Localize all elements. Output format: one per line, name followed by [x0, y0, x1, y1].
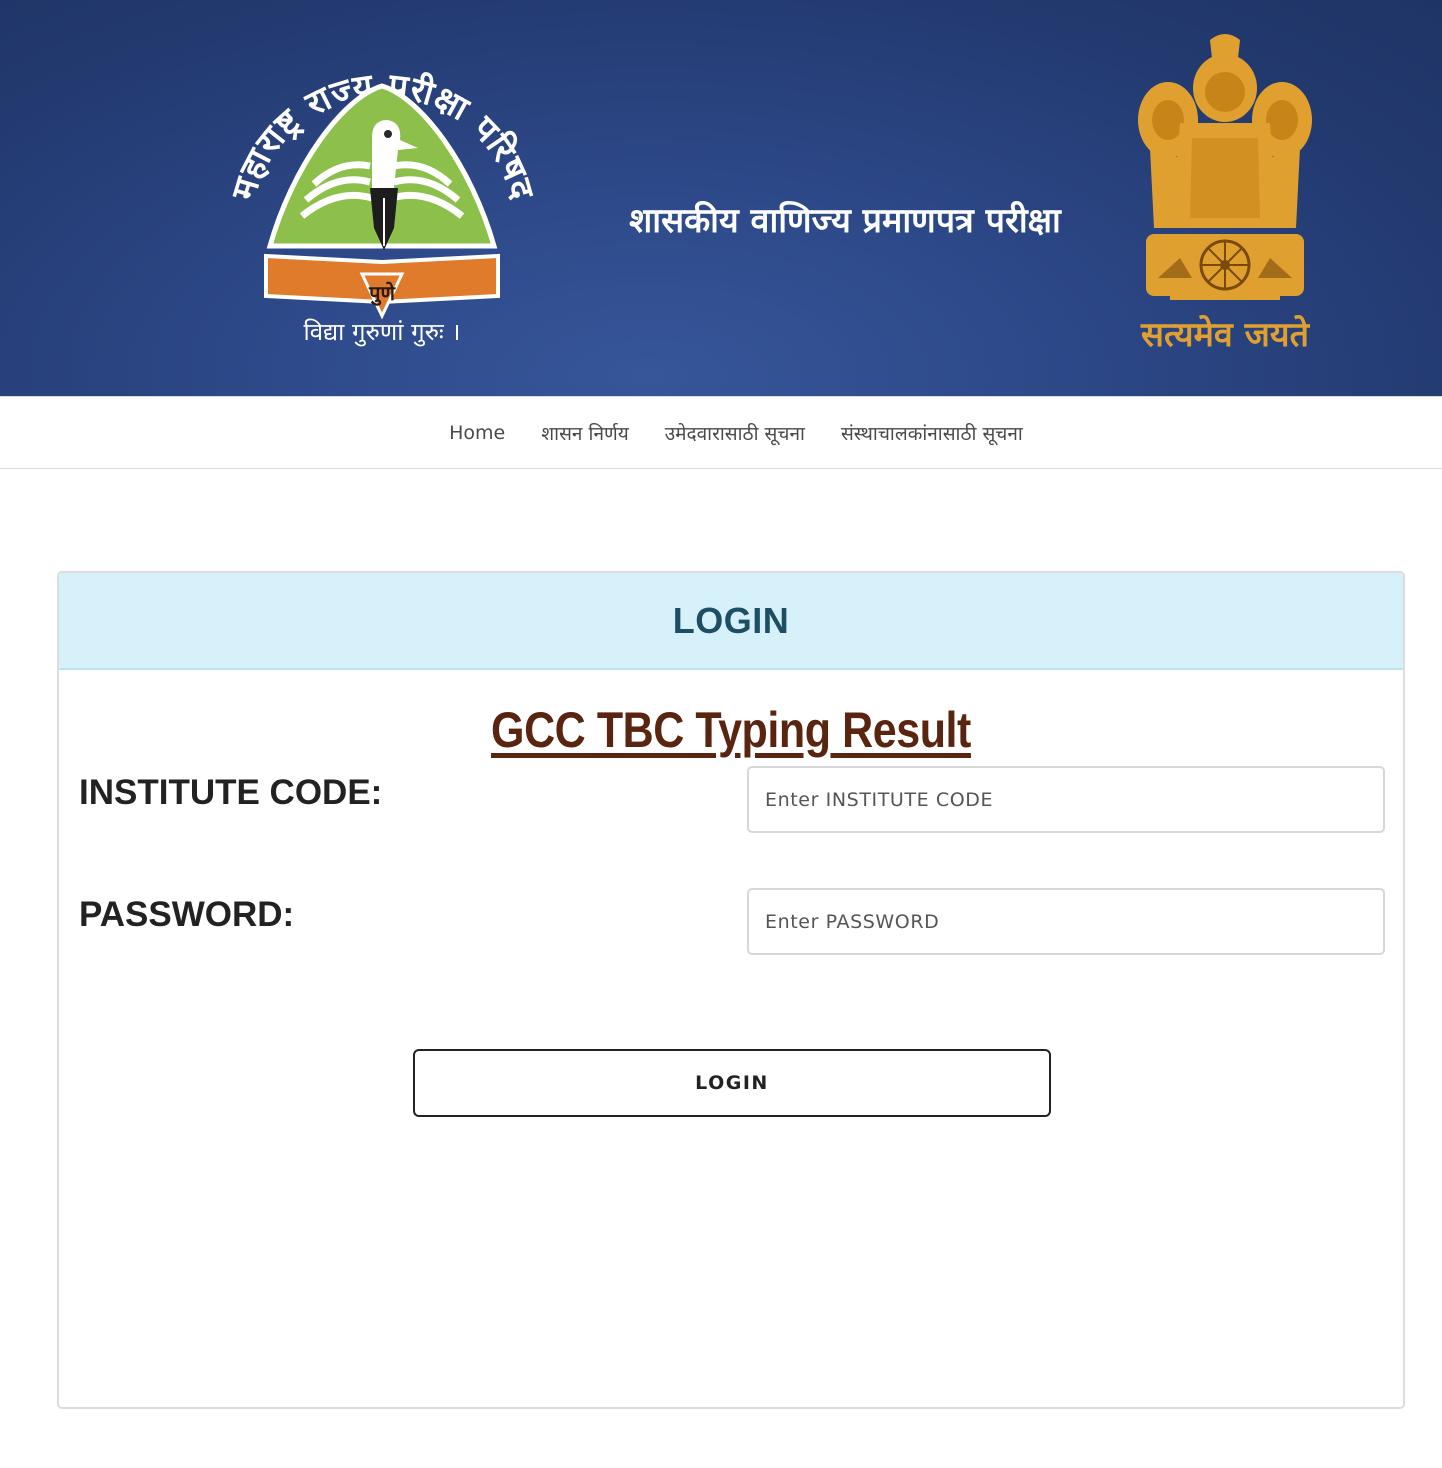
password-label: PASSWORD: [79, 895, 295, 934]
institute-code-input[interactable] [747, 766, 1385, 833]
result-title: GCC TBC Typing Result [491, 702, 971, 758]
svg-text:सत्यमेव जयते: सत्यमेव जयते [1140, 314, 1311, 355]
page-banner-title: शासकीय वाणिज्य प्रमाणपत्र परीक्षा [629, 201, 1061, 241]
lion-capital-emblem-icon: सत्यमेव जयते [1138, 34, 1312, 355]
nav-item-home[interactable]: Home [449, 422, 505, 444]
nav-item-government-resolutions[interactable]: शासन निर्णय [541, 420, 629, 446]
institute-code-label: INSTITUTE CODE: [79, 773, 383, 812]
main-nav: Home शासन निर्णय उमेदवारासाठी सूचना संस्… [0, 396, 1442, 469]
svg-text:पुणे: पुणे [368, 281, 396, 306]
login-panel-heading: LOGIN [59, 573, 1403, 670]
login-button[interactable]: LOGIN [413, 1049, 1051, 1117]
nav-item-candidate-instructions[interactable]: उमेदवारासाठी सूचना [665, 420, 805, 446]
login-panel: LOGIN GCC TBC Typing Result INSTITUTE CO… [57, 571, 1405, 1409]
msce-emblem-icon: महाराष्ट्र राज्य परीक्षा परिषद पुणे विद्… [223, 66, 541, 347]
svg-text:विद्या गुरुणां गुरुः ।: विद्या गुरुणां गुरुः । [303, 318, 460, 347]
login-heading-title: LOGIN [672, 599, 790, 641]
password-input[interactable] [747, 888, 1385, 955]
nav-item-institute-instructions[interactable]: संस्थाचालकांनासाठी सूचना [841, 420, 1023, 446]
header-banner: महाराष्ट्र राज्य परीक्षा परिषद पुणे विद्… [0, 0, 1442, 396]
